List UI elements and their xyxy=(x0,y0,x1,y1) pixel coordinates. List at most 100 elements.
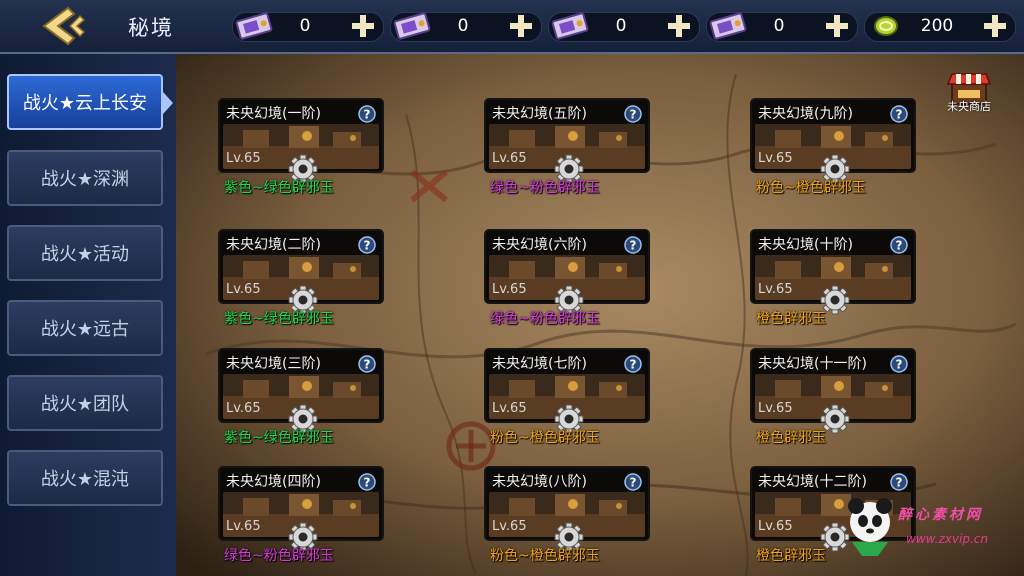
dungeon-card[interactable]: 未央幻境(九阶)? Lv.65 粉色~橙色辟邪玉 xyxy=(750,98,916,196)
ticket-icon xyxy=(235,12,273,40)
dungeon-title: 未央幻境(五阶) xyxy=(492,106,587,122)
dungeon-level: Lv.65 xyxy=(226,519,261,534)
reward-text: 绿色~粉色辟邪玉 xyxy=(490,311,600,327)
dungeon-title: 未央幻境(九阶) xyxy=(758,106,853,122)
ticket-icon xyxy=(393,12,431,40)
shop-label: 未央商店 xyxy=(947,100,991,113)
add-button[interactable] xyxy=(666,13,692,39)
add-button[interactable] xyxy=(350,13,376,39)
svg-text:?: ? xyxy=(364,358,371,372)
dungeon-title: 未央幻境(四阶) xyxy=(226,474,321,490)
reward-text: 紫色~绿色辟邪玉 xyxy=(224,430,334,446)
help-icon[interactable]: ? xyxy=(890,236,908,254)
help-icon[interactable]: ? xyxy=(624,236,642,254)
help-icon[interactable]: ? xyxy=(890,473,908,491)
sidebar-item-yuangu[interactable]: 战火★远古 xyxy=(7,300,163,356)
resource-value: 200 xyxy=(920,16,954,36)
dungeon-title: 未央幻境(六阶) xyxy=(492,237,587,253)
back-arrow-icon[interactable] xyxy=(30,4,86,48)
help-icon[interactable]: ? xyxy=(358,473,376,491)
dungeon-title: 未央幻境(三阶) xyxy=(226,356,321,372)
sidebar-item-tuandui[interactable]: 战火★团队 xyxy=(7,375,163,431)
help-icon[interactable]: ? xyxy=(624,105,642,123)
dungeon-card[interactable]: 未央幻境(一阶)? Lv.65 紫色~绿色辟邪玉 xyxy=(218,98,384,196)
resource-value: 0 xyxy=(457,16,469,36)
svg-text:?: ? xyxy=(896,108,903,122)
dungeon-card[interactable]: 未央幻境(八阶)? Lv.65 粉色~橙色辟邪玉 xyxy=(484,466,650,564)
dungeon-level: Lv.65 xyxy=(758,519,793,534)
sidebar-item-hundun[interactable]: 战火★混沌 xyxy=(7,450,163,506)
dungeon-level: Lv.65 xyxy=(492,401,527,416)
chevron-right-icon xyxy=(163,92,173,114)
coin-icon xyxy=(874,16,898,36)
ticket-icon xyxy=(709,12,747,40)
reward-text: 粉色~橙色辟邪玉 xyxy=(756,180,866,196)
reward-text: 绿色~粉色辟邪玉 xyxy=(224,548,334,564)
sidebar-item-label: 战火★活动 xyxy=(40,244,130,265)
dungeon-title: 未央幻境(七阶) xyxy=(492,356,587,372)
resource-value: 0 xyxy=(773,16,785,36)
sidebar-item-huodong[interactable]: 战火★活动 xyxy=(7,225,163,281)
svg-text:?: ? xyxy=(364,476,371,490)
dungeon-title: 未央幻境(十一阶) xyxy=(758,356,867,372)
help-icon[interactable]: ? xyxy=(358,236,376,254)
dungeon-level: Lv.65 xyxy=(758,282,793,297)
help-icon[interactable]: ? xyxy=(890,355,908,373)
add-button[interactable] xyxy=(982,13,1008,39)
help-icon[interactable]: ? xyxy=(624,355,642,373)
dungeon-card[interactable]: 未央幻境(十一阶)? Lv.65 橙色辟邪玉 xyxy=(750,348,916,446)
svg-text:?: ? xyxy=(364,239,371,253)
help-icon[interactable]: ? xyxy=(890,105,908,123)
dungeon-title: 未央幻境(十二阶) xyxy=(758,474,867,490)
resource-value: 0 xyxy=(299,16,311,36)
dungeon-level: Lv.65 xyxy=(758,151,793,166)
dungeon-level: Lv.65 xyxy=(758,401,793,416)
svg-text:?: ? xyxy=(630,358,637,372)
sidebar-item-shenyuan[interactable]: 战火★深渊 xyxy=(7,150,163,206)
resource-value: 0 xyxy=(615,16,627,36)
help-icon[interactable]: ? xyxy=(358,105,376,123)
sidebar-item-yunshang-changan[interactable]: 战火★云上长安 xyxy=(7,74,173,130)
help-icon[interactable]: ? xyxy=(358,355,376,373)
reward-text: 橙色辟邪玉 xyxy=(756,430,826,446)
reward-text: 粉色~橙色辟邪玉 xyxy=(490,548,600,564)
svg-text:?: ? xyxy=(896,358,903,372)
add-button[interactable] xyxy=(508,13,534,39)
dungeon-card[interactable]: 未央幻境(六阶)? Lv.65 绿色~粉色辟邪玉 xyxy=(484,229,650,327)
help-icon[interactable]: ? xyxy=(624,473,642,491)
dungeon-level: Lv.65 xyxy=(492,151,527,166)
sidebar-item-label: 战火★云上长安 xyxy=(22,93,148,114)
watermark-title: 醉心素材网 xyxy=(898,507,983,523)
dungeon-card[interactable]: 未央幻境(三阶)? Lv.65 紫色~绿色辟邪玉 xyxy=(218,348,384,446)
dungeon-card[interactable]: 未央幻境(四阶)? Lv.65 绿色~粉色辟邪玉 xyxy=(218,466,384,564)
dungeon-card[interactable]: 未央幻境(二阶)? Lv.65 紫色~绿色辟邪玉 xyxy=(218,229,384,327)
svg-text:?: ? xyxy=(630,108,637,122)
sidebar-item-label: 战火★混沌 xyxy=(40,469,130,490)
dungeon-card[interactable]: 未央幻境(十阶)? Lv.65 橙色辟邪玉 xyxy=(750,229,916,327)
reward-text: 粉色~橙色辟邪玉 xyxy=(490,430,600,446)
dungeon-level: Lv.65 xyxy=(492,519,527,534)
ticket-icon xyxy=(551,12,589,40)
reward-text: 绿色~粉色辟邪玉 xyxy=(490,180,600,196)
top-bar: 秘境 0 0 0 0 200 xyxy=(0,0,1024,54)
dungeon-title: 未央幻境(二阶) xyxy=(226,237,321,253)
svg-text:?: ? xyxy=(896,476,903,490)
dungeon-title: 未央幻境(十阶) xyxy=(758,237,853,253)
reward-text: 紫色~绿色辟邪玉 xyxy=(224,311,334,327)
svg-text:?: ? xyxy=(364,108,371,122)
dungeon-level: Lv.65 xyxy=(226,282,261,297)
dungeon-level: Lv.65 xyxy=(226,151,261,166)
svg-text:?: ? xyxy=(630,476,637,490)
sidebar-item-label: 战火★深渊 xyxy=(40,169,130,190)
dungeon-card[interactable]: 未央幻境(七阶)? Lv.65 粉色~橙色辟邪玉 xyxy=(484,348,650,446)
svg-text:?: ? xyxy=(896,239,903,253)
reward-text: 橙色辟邪玉 xyxy=(756,311,826,327)
watermark-url: www.zxvip.cn xyxy=(906,532,988,546)
add-button[interactable] xyxy=(824,13,850,39)
sidebar-item-label: 战火★远古 xyxy=(40,319,130,340)
reward-text: 橙色辟邪玉 xyxy=(756,548,826,564)
dungeon-level: Lv.65 xyxy=(226,401,261,416)
dungeon-card[interactable]: 未央幻境(五阶)? Lv.65 绿色~粉色辟邪玉 xyxy=(484,98,650,196)
reward-text: 紫色~绿色辟邪玉 xyxy=(224,180,334,196)
svg-text:?: ? xyxy=(630,239,637,253)
